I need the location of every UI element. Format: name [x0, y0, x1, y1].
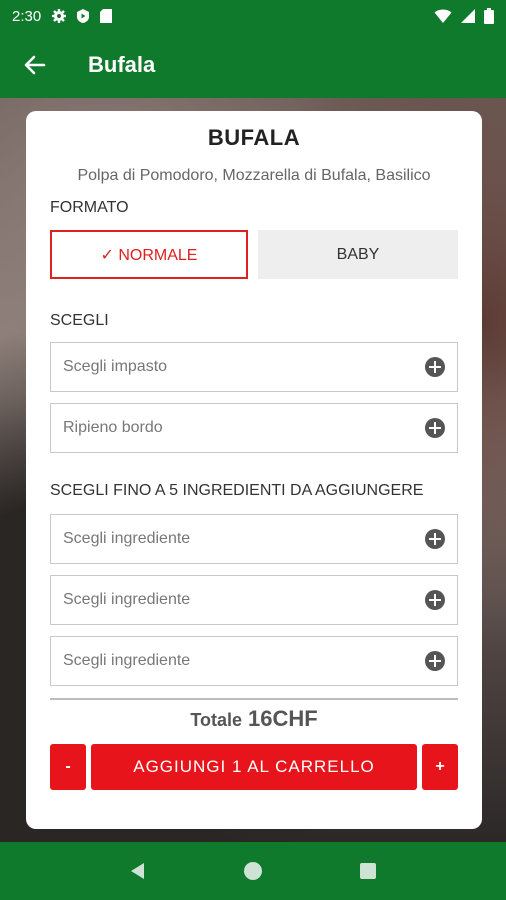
ingredient-select-3[interactable]: Scegli ingrediente	[50, 636, 458, 686]
product-description: Polpa di Pomodoro, Mozzarella di Bufala,…	[77, 167, 431, 184]
battery-icon	[484, 8, 494, 24]
formato-label: FORMATO	[50, 199, 129, 216]
scegli-label: SCEGLI	[50, 312, 109, 329]
impasto-placeholder: Scegli impasto	[63, 358, 168, 375]
add-circle-icon[interactable]	[425, 529, 445, 549]
total-row: Totale 16CHF	[50, 706, 458, 732]
increase-quantity-button[interactable]: +	[422, 744, 458, 790]
add-circle-icon[interactable]	[425, 357, 445, 377]
settings-icon	[52, 9, 67, 23]
add-circle-icon[interactable]	[425, 651, 445, 671]
status-time: 2:30	[12, 7, 42, 25]
format-option-normale[interactable]: ✓ NORMALE	[50, 230, 248, 279]
nav-home-icon[interactable]	[243, 861, 263, 881]
divider	[50, 698, 458, 700]
status-bar: 2:30	[0, 0, 506, 32]
format-option-baby[interactable]: BABY	[258, 230, 458, 279]
ingredienti-label: SCEGLI FINO A 5 INGREDIENTI DA AGGIUNGER…	[50, 482, 424, 499]
ingredient-placeholder: Scegli ingrediente	[63, 652, 191, 669]
nav-back-icon[interactable]	[128, 861, 148, 881]
ingredient-placeholder: Scegli ingrediente	[63, 530, 191, 547]
cart-actions: - AGGIUNGI 1 AL CARRELLO +	[50, 744, 458, 790]
ripieno-bordo-select[interactable]: Ripieno bordo	[50, 403, 458, 453]
page-title: Bufala	[88, 52, 156, 77]
add-circle-icon[interactable]	[425, 590, 445, 610]
decrease-quantity-button[interactable]: -	[50, 744, 86, 790]
status-right	[434, 8, 494, 24]
total-value: 16CHF	[247, 706, 318, 731]
add-circle-icon[interactable]	[425, 418, 445, 438]
product-card: BUFALA Polpa di Pomodoro, Mozzarella di …	[26, 111, 482, 829]
play-protect-icon	[77, 9, 90, 23]
impasto-select[interactable]: Scegli impasto	[50, 342, 458, 392]
add-to-cart-button[interactable]: AGGIUNGI 1 AL CARRELLO	[91, 744, 417, 790]
wifi-icon	[434, 9, 452, 23]
ripieno-bordo-placeholder: Ripieno bordo	[63, 419, 163, 436]
system-navigation-bar	[0, 842, 506, 900]
total-label: Totale	[190, 710, 242, 730]
ingredient-select-2[interactable]: Scegli ingrediente	[50, 575, 458, 625]
sd-card-icon	[100, 9, 113, 23]
product-name: BUFALA	[207, 125, 301, 150]
ingredient-select-1[interactable]: Scegli ingrediente	[50, 514, 458, 564]
nav-recents-icon[interactable]	[358, 861, 378, 881]
back-button[interactable]	[0, 32, 70, 98]
format-options: ✓ NORMALE BABY	[50, 230, 458, 279]
signal-icon	[461, 9, 475, 23]
status-notification-icons	[51, 8, 113, 24]
ingredient-placeholder: Scegli ingrediente	[63, 591, 191, 608]
status-left: 2:30	[12, 8, 113, 25]
arrow-back-icon	[24, 55, 46, 75]
app-bar: Bufala	[0, 32, 506, 98]
